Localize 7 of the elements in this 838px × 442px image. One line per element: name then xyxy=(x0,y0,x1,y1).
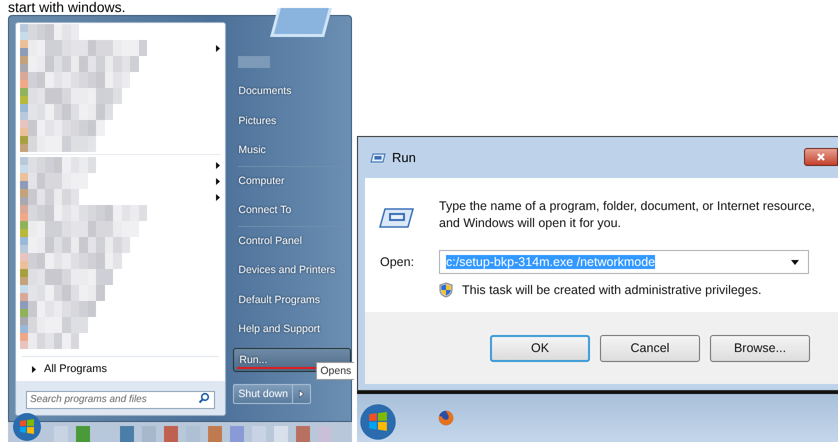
open-label: Open: xyxy=(379,255,416,269)
all-programs-label: All Programs xyxy=(44,363,107,375)
caption-text: start with windows. xyxy=(8,0,126,15)
description-text: Type the name of a program, folder, document, or Internet resource, and Windows will open it for you. xyxy=(439,198,816,232)
admin-note-text: This task will be created with administrative privileges. xyxy=(462,283,762,297)
window-title: Run xyxy=(392,150,416,165)
tooltip: Opens xyxy=(316,362,354,380)
